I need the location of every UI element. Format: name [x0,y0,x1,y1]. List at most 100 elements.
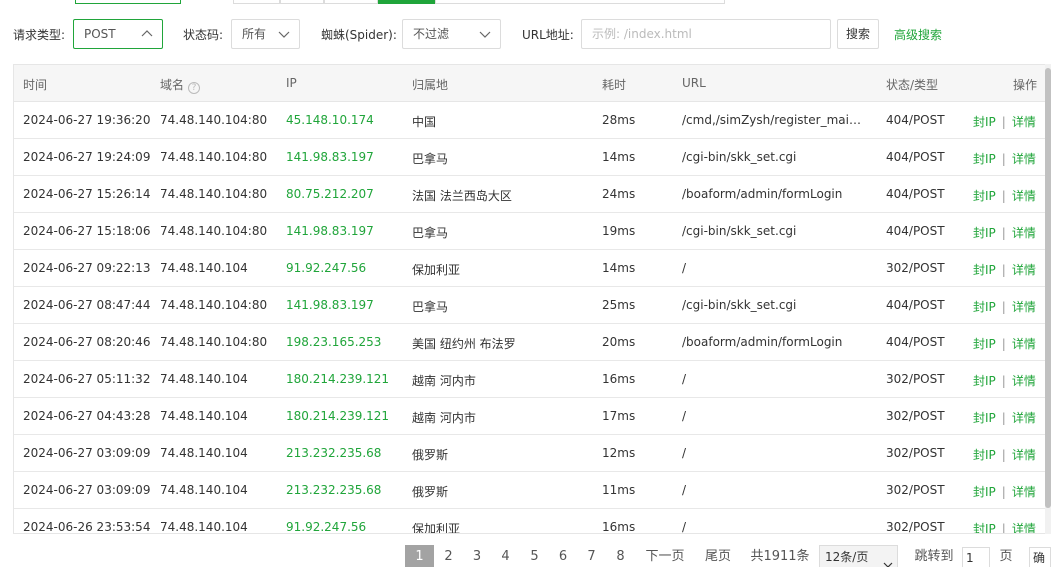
cell-url: / [682,409,687,423]
block-ip-link[interactable]: 封IP [973,374,996,388]
cell-location: 巴拿马 [412,226,449,240]
detail-link[interactable]: 详情 [1012,337,1036,351]
detail-link[interactable]: 详情 [1012,411,1036,425]
table-scrollbar[interactable] [1045,64,1051,534]
detail-link[interactable]: 详情 [1012,300,1036,314]
detail-link[interactable]: 详情 [1012,485,1036,499]
jump-page-input[interactable]: 1 [962,547,990,567]
action-separator: | [1001,411,1006,425]
detail-link[interactable]: 详情 [1012,152,1036,166]
cell-duration: 25ms [602,298,636,312]
page-4-button[interactable]: 4 [491,545,520,567]
page-5-button[interactable]: 5 [520,545,549,567]
cell-duration: 16ms [602,520,636,534]
cell-domain: 74.48.140.104:80 [160,298,268,312]
action-separator: | [1001,485,1006,499]
th-status: 状态/类型 [886,78,939,92]
cell-ip[interactable]: 180.214.239.121 [286,409,389,423]
last-page-button[interactable]: 尾页 [698,545,738,567]
next-page-button[interactable]: 下一页 [640,545,690,567]
url-input[interactable] [581,19,831,49]
page-7-button[interactable]: 7 [577,545,606,567]
cell-domain: 74.48.140.104 [160,372,248,386]
action-separator: | [1001,522,1006,534]
cell-url: /boaform/admin/formLogin [682,335,843,349]
cell-url: / [682,520,687,534]
block-ip-link[interactable]: 封IP [973,485,996,499]
detail-link[interactable]: 详情 [1012,226,1036,240]
spider-select[interactable]: 不过滤 [402,19,501,49]
cell-time: 2024-06-27 19:24:09 [23,150,151,164]
table-header: 时间 域名? IP 归属地 耗时 URL 状态/类型 操作 [14,65,1051,102]
search-button[interactable]: 搜索 [837,19,879,49]
cell-ip[interactable]: 213.232.235.68 [286,483,381,497]
cell-time: 2024-06-27 05:11:32 [23,372,151,386]
cell-time: 2024-06-27 08:47:44 [23,298,151,312]
total-count: 共1911条 [750,549,810,564]
detail-link[interactable]: 详情 [1012,522,1036,533]
cell-ip[interactable]: 180.214.239.121 [286,372,389,386]
top-tab-1[interactable] [75,0,181,4]
detail-link[interactable]: 详情 [1012,263,1036,277]
cell-status: 302/POST [886,446,945,460]
request-type-select[interactable]: POST [73,19,163,49]
top-tab-4[interactable] [324,0,378,4]
chevron-down-icon [883,554,893,567]
status-select[interactable]: 所有 [231,19,300,49]
request-type-label: 请求类型: [13,28,66,42]
cell-url: /boaform/admin/formLogin [682,187,843,201]
detail-link[interactable]: 详情 [1012,374,1036,388]
jump-confirm-button[interactable]: 确认 [1029,547,1051,567]
table-row: 2024-06-27 08:20:46 74.48.140.104:80 198.2… [14,324,1051,361]
action-separator: | [1001,115,1006,129]
top-tab-3[interactable] [280,0,324,4]
th-domain: 域名? [160,76,201,94]
cell-ip[interactable]: 141.98.83.197 [286,150,374,164]
page-8-button[interactable]: 8 [606,545,635,567]
page-2-button[interactable]: 2 [434,545,463,567]
th-domain-label: 域名 [160,78,185,92]
cell-ip[interactable]: 91.92.247.56 [286,520,366,533]
cell-duration: 11ms [602,483,636,497]
row-actions: 封IP | 详情 [973,520,1036,534]
page-6-button[interactable]: 6 [549,545,577,567]
cell-ip[interactable]: 213.232.235.68 [286,446,381,460]
th-duration: 耗时 [602,78,627,92]
top-tab-2[interactable] [233,0,280,4]
question-mark-icon[interactable]: ? [188,82,201,94]
cell-duration: 12ms [602,446,636,460]
block-ip-link[interactable]: 封IP [973,226,996,240]
table-row: 2024-06-27 03:09:09 74.48.140.104 213.232.… [14,435,1051,472]
action-separator: | [1001,374,1006,388]
cell-location: 俄罗斯 [412,485,449,499]
block-ip-link[interactable]: 封IP [973,300,996,314]
block-ip-link[interactable]: 封IP [973,448,996,462]
detail-link[interactable]: 详情 [1012,189,1036,203]
block-ip-link[interactable]: 封IP [973,522,996,533]
block-ip-link[interactable]: 封IP [973,263,996,277]
top-tab-5-active[interactable] [378,0,435,4]
cell-location: 越南 河内市 [412,374,476,388]
page-1-button[interactable]: 1 [405,545,434,567]
cell-ip[interactable]: 141.98.83.197 [286,224,374,238]
cell-ip[interactable]: 198.23.165.253 [286,335,381,349]
cell-url: / [682,483,687,497]
cell-ip[interactable]: 91.92.247.56 [286,261,366,275]
cell-duration: 14ms [602,150,636,164]
detail-link[interactable]: 详情 [1012,115,1036,129]
block-ip-link[interactable]: 封IP [973,189,996,203]
block-ip-link[interactable]: 封IP [973,152,996,166]
block-ip-link[interactable]: 封IP [973,115,996,129]
page-3-button[interactable]: 3 [463,545,491,567]
detail-link[interactable]: 详情 [1012,448,1036,462]
block-ip-link[interactable]: 封IP [973,337,996,351]
cell-ip[interactable]: 80.75.212.207 [286,187,374,201]
top-tab-6[interactable] [435,0,725,4]
cell-ip[interactable]: 45.148.10.174 [286,113,374,127]
action-separator: | [1001,300,1006,314]
block-ip-link[interactable]: 封IP [973,411,996,425]
scrollbar-thumb[interactable] [1045,68,1051,508]
advanced-search-link[interactable]: 高级搜索 [894,26,942,43]
page-size-select[interactable]: 12条/页 [819,545,898,567]
cell-ip[interactable]: 141.98.83.197 [286,298,374,312]
